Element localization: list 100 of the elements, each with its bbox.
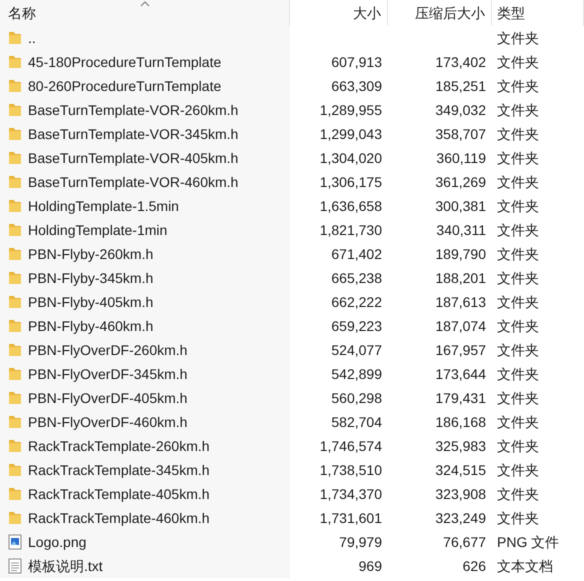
file-name: 45-180ProcedureTurnTemplate <box>28 52 222 72</box>
file-name: PBN-FlyOverDF-405km.h <box>28 388 188 408</box>
folder-icon <box>8 150 22 166</box>
type-cell-text: 文件夹 <box>497 244 539 264</box>
size-cell-text: 582,704 <box>331 412 382 432</box>
type-cell-text: 文件夹 <box>497 364 539 384</box>
file-name: PBN-Flyby-405km.h <box>28 292 154 312</box>
packed-size-cell-text: 173,402 <box>435 52 486 72</box>
folder-icon <box>8 342 22 358</box>
file-name: BaseTurnTemplate-VOR-260km.h <box>28 100 238 120</box>
packed-size-cell-text: 323,249 <box>435 508 486 528</box>
type-cell-text: 文件夹 <box>497 460 539 480</box>
type-cell-text: PNG 文件 <box>497 532 560 552</box>
size-cell-text: 665,238 <box>331 268 382 288</box>
folder-icon <box>8 510 22 526</box>
size-cell-text: 1,746,574 <box>320 436 382 456</box>
folder-icon <box>8 246 22 262</box>
file-name: BaseTurnTemplate-VOR-405km.h <box>28 148 238 168</box>
type-cell-text: 文件夹 <box>497 292 539 312</box>
text-file-icon <box>8 558 22 574</box>
size-cell-text: 1,306,175 <box>320 172 382 192</box>
file-name: HoldingTemplate-1min <box>28 220 168 240</box>
packed-size-cell-text: 358,707 <box>435 124 486 144</box>
packed-size-cell-text: 325,983 <box>435 436 486 456</box>
file-name: PBN-FlyOverDF-460km.h <box>28 412 188 432</box>
column-header[interactable]: 名称 <box>0 0 290 26</box>
folder-icon <box>8 78 22 94</box>
folder-icon <box>8 222 22 238</box>
folder-icon <box>8 294 22 310</box>
type-cell-text: 文本文档 <box>497 556 553 576</box>
type-cell-text: 文件夹 <box>497 196 539 216</box>
folder-icon <box>8 318 22 334</box>
type-cell-text: 文件夹 <box>497 28 539 48</box>
file-name: RackTrackTemplate-345km.h <box>28 460 210 480</box>
file-name: 模板说明.txt <box>28 556 103 576</box>
type-cell-text: 文件夹 <box>497 100 539 120</box>
size-cell-text: 671,402 <box>331 244 382 264</box>
file-name: PBN-Flyby-460km.h <box>28 316 154 336</box>
type-cell-text: 文件夹 <box>497 172 539 192</box>
type-cell-text: 文件夹 <box>497 340 539 360</box>
size-cell-text: 659,223 <box>331 316 382 336</box>
folder-icon <box>8 486 22 502</box>
packed-size-cell-text: 186,168 <box>435 412 486 432</box>
folder-icon <box>8 30 22 46</box>
column-label: 压缩后大小 <box>415 4 485 22</box>
folder-icon <box>8 198 22 214</box>
size-cell-text: 1,731,601 <box>320 508 382 528</box>
type-cell-text: 文件夹 <box>497 436 539 456</box>
packed-size-cell-text: 349,032 <box>435 100 486 120</box>
size-cell-text: 524,077 <box>331 340 382 360</box>
packed-size-cell-text: 179,431 <box>435 388 486 408</box>
folder-icon <box>8 438 22 454</box>
size-cell-text: 1,304,020 <box>320 148 382 168</box>
file-name: Logo.png <box>28 532 86 552</box>
packed-size-cell-text: 324,515 <box>435 460 486 480</box>
file-name: BaseTurnTemplate-VOR-460km.h <box>28 172 238 192</box>
packed-size-cell-text: 360,119 <box>436 148 486 168</box>
size-cell-text: 560,298 <box>331 388 382 408</box>
packed-size-cell-text: 189,790 <box>435 244 486 264</box>
type-cell-text: 文件夹 <box>497 388 539 408</box>
type-cell-text: 文件夹 <box>497 52 539 72</box>
file-name: PBN-FlyOverDF-345km.h <box>28 364 188 384</box>
type-cell-text: 文件夹 <box>497 268 539 288</box>
packed-size-cell-text: 187,074 <box>435 316 486 336</box>
size-cell-text: 1,299,043 <box>320 124 382 144</box>
folder-icon <box>8 366 22 382</box>
folder-icon <box>8 54 22 70</box>
type-cell-text: 文件夹 <box>497 484 539 504</box>
packed-size-cell-text: 188,201 <box>435 268 486 288</box>
file-name: PBN-Flyby-345km.h <box>28 268 154 288</box>
type-cell-text: 文件夹 <box>497 412 539 432</box>
size-cell-text: 1,734,370 <box>320 484 382 504</box>
size-cell-text: 1,738,510 <box>320 460 382 480</box>
packed-size-cell-text: 626 <box>462 556 486 576</box>
packed-size-cell-text: 187,613 <box>435 292 486 312</box>
size-cell-text: 607,913 <box>331 52 382 72</box>
packed-size-cell-text: 173,644 <box>435 364 486 384</box>
type-cell-text: 文件夹 <box>497 148 539 168</box>
folder-icon <box>8 102 22 118</box>
folder-icon <box>8 462 22 478</box>
packed-size-cell-text: 185,251 <box>435 76 486 96</box>
file-name: RackTrackTemplate-460km.h <box>28 508 210 528</box>
packed-size-cell-text: 167,957 <box>435 340 486 360</box>
file-name: PBN-FlyOverDF-260km.h <box>28 340 188 360</box>
folder-icon <box>8 126 22 142</box>
folder-icon <box>8 270 22 286</box>
size-cell-text: 1,821,730 <box>320 220 382 240</box>
file-name: PBN-Flyby-260km.h <box>28 244 154 264</box>
size-cell-text: 1,636,658 <box>320 196 382 216</box>
size-cell-text: 969 <box>358 556 382 576</box>
type-cell-text: 文件夹 <box>497 76 539 96</box>
file-name: RackTrackTemplate-405km.h <box>28 484 210 504</box>
file-name: RackTrackTemplate-260km.h <box>28 436 210 456</box>
image-file-icon <box>8 534 22 550</box>
packed-size-cell-text: 76,677 <box>443 532 486 552</box>
size-cell-text: 663,309 <box>331 76 382 96</box>
file-name: BaseTurnTemplate-VOR-345km.h <box>28 124 238 144</box>
size-cell-text: 542,899 <box>331 364 382 384</box>
folder-icon <box>8 390 22 406</box>
packed-size-cell-text: 361,269 <box>435 172 486 192</box>
